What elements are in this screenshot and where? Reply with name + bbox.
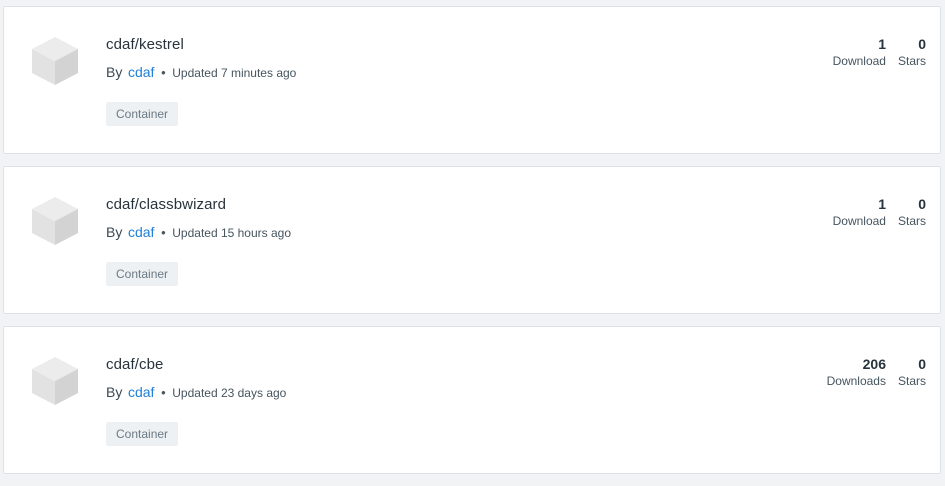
repository-list: cdaf/kestrel By cdaf • Updated 7 minutes…: [3, 6, 941, 486]
updated-time: Updated 7 minutes ago: [172, 66, 297, 80]
repo-meta: By cdaf • Updated 15 hours ago: [106, 224, 291, 240]
cube-icon: [32, 357, 78, 405]
repo-stats: 1 Download 0 Stars: [833, 36, 926, 70]
cube-icon: [32, 37, 78, 85]
by-label: By: [106, 384, 123, 400]
type-badge: Container: [106, 422, 179, 446]
stars-count: 0: [918, 356, 926, 372]
stars-count: 0: [918, 36, 926, 52]
downloads-label: Download: [832, 214, 886, 228]
downloads-count: 1: [878, 196, 886, 212]
author-link[interactable]: cdaf: [128, 384, 154, 400]
stars-stat: 0 Stars: [898, 36, 926, 70]
stars-label: Stars: [897, 214, 926, 228]
downloads-label: Downloads: [826, 374, 886, 388]
downloads-count: 1: [878, 36, 886, 52]
separator-dot: •: [161, 385, 166, 400]
downloads-count: 206: [862, 356, 886, 372]
author-link[interactable]: cdaf: [128, 224, 154, 240]
by-label: By: [106, 224, 123, 240]
updated-time: Updated 23 days ago: [172, 386, 287, 400]
repo-card[interactable]: cdaf/cbe By cdaf • Updated 23 days ago C…: [3, 326, 941, 474]
type-badge: Container: [106, 262, 179, 286]
repo-stats: 1 Download 0 Stars: [833, 196, 926, 230]
repo-name[interactable]: cdaf/kestrel: [106, 36, 184, 53]
repo-name[interactable]: cdaf/classbwizard: [106, 196, 226, 213]
stars-count: 0: [918, 196, 926, 212]
stars-stat: 0 Stars: [898, 356, 926, 390]
separator-dot: •: [161, 65, 166, 80]
separator-dot: •: [161, 225, 166, 240]
downloads-label: Download: [832, 54, 886, 68]
stars-label: Stars: [897, 374, 926, 388]
updated-time: Updated 15 hours ago: [172, 226, 292, 240]
repo-meta: By cdaf • Updated 7 minutes ago: [106, 64, 296, 80]
stars-label: Stars: [897, 54, 926, 68]
downloads-stat: 206 Downloads: [827, 356, 886, 390]
downloads-stat: 1 Download: [833, 196, 886, 230]
cube-icon: [32, 197, 78, 245]
by-label: By: [106, 64, 123, 80]
repo-meta: By cdaf • Updated 23 days ago: [106, 384, 286, 400]
repo-name[interactable]: cdaf/cbe: [106, 356, 164, 373]
downloads-stat: 1 Download: [833, 36, 886, 70]
stars-stat: 0 Stars: [898, 196, 926, 230]
type-badge: Container: [106, 102, 179, 126]
repo-stats: 206 Downloads 0 Stars: [827, 356, 926, 390]
repo-card[interactable]: cdaf/kestrel By cdaf • Updated 7 minutes…: [3, 6, 941, 154]
author-link[interactable]: cdaf: [128, 64, 154, 80]
repo-card[interactable]: cdaf/classbwizard By cdaf • Updated 15 h…: [3, 166, 941, 314]
